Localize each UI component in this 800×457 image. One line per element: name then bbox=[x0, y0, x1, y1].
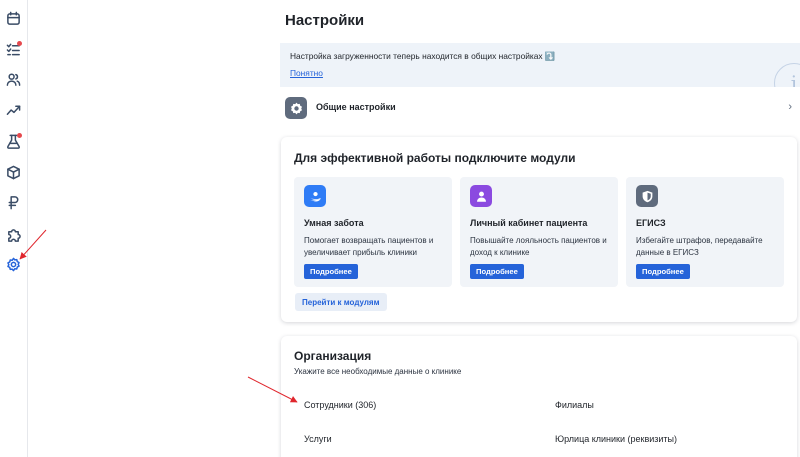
more-button[interactable]: Подробнее bbox=[470, 264, 524, 279]
users-icon[interactable] bbox=[4, 70, 22, 88]
sidebar bbox=[0, 0, 28, 457]
care-hand-icon bbox=[304, 185, 326, 207]
puzzle-icon[interactable] bbox=[4, 225, 22, 243]
shield-icon bbox=[636, 185, 658, 207]
organization-card: Организация Укажите все необходимые данн… bbox=[281, 336, 797, 457]
lab-flask-icon[interactable] bbox=[4, 132, 22, 150]
info-banner-text: Настройка загруженности теперь находится… bbox=[290, 51, 556, 61]
module-smart-care: Умная забота Помогает возвращать пациент… bbox=[294, 177, 452, 287]
go-to-modules-button[interactable]: Перейти к модулям bbox=[295, 293, 387, 311]
notification-badge bbox=[17, 133, 22, 138]
chevron-right-icon: › bbox=[788, 101, 792, 113]
modules-title: Для эффективной работы подключите модули bbox=[294, 151, 576, 165]
patient-profile-icon bbox=[470, 185, 492, 207]
module-title: Личный кабинет пациента bbox=[470, 218, 588, 228]
ruble-icon[interactable] bbox=[4, 193, 22, 211]
tasks-icon[interactable] bbox=[4, 40, 22, 58]
calendar-icon[interactable] bbox=[4, 9, 22, 27]
general-settings-label: Общие настройки bbox=[316, 102, 396, 112]
more-button[interactable]: Подробнее bbox=[304, 264, 358, 279]
module-description: Избегайте штрафов, передавайте данные в … bbox=[636, 236, 763, 257]
module-description: Помогает возвращать пациентов и увеличив… bbox=[304, 236, 434, 257]
general-settings-row[interactable]: Общие настройки › bbox=[280, 94, 800, 122]
module-description: Повышайте лояльность пациентов и доход к… bbox=[470, 236, 607, 257]
analytics-icon[interactable] bbox=[4, 101, 22, 119]
info-banner: Настройка загруженности теперь находится… bbox=[280, 43, 800, 87]
gear-icon[interactable] bbox=[4, 255, 22, 273]
org-item-services[interactable]: Услуги bbox=[304, 434, 332, 444]
modules-card: Для эффективной работы подключите модули… bbox=[281, 137, 797, 322]
dismiss-link[interactable]: Понятно bbox=[290, 68, 323, 78]
module-title: ЕГИСЗ bbox=[636, 218, 666, 228]
org-item-legal-entities[interactable]: Юрлица клиники (реквизиты) bbox=[555, 434, 677, 444]
org-item-branches[interactable]: Филиалы bbox=[555, 400, 594, 410]
notification-badge bbox=[17, 41, 22, 46]
info-icon: i bbox=[774, 63, 800, 87]
org-item-employees[interactable]: Сотрудники (306) bbox=[304, 400, 376, 410]
module-egisz: ЕГИСЗ Избегайте штрафов, передавайте дан… bbox=[626, 177, 784, 287]
settings-page: Настройки Настройка загруженности теперь… bbox=[280, 0, 800, 457]
organization-title: Организация bbox=[294, 349, 372, 363]
settings-gear-icon bbox=[285, 97, 307, 119]
package-icon[interactable] bbox=[4, 163, 22, 181]
organization-subtitle: Укажите все необходимые данные о клинике bbox=[294, 367, 462, 376]
module-title: Умная забота bbox=[304, 218, 364, 228]
module-patient-cabinet: Личный кабинет пациента Повышайте лояльн… bbox=[460, 177, 618, 287]
more-button[interactable]: Подробнее bbox=[636, 264, 690, 279]
page-title: Настройки bbox=[285, 12, 365, 29]
